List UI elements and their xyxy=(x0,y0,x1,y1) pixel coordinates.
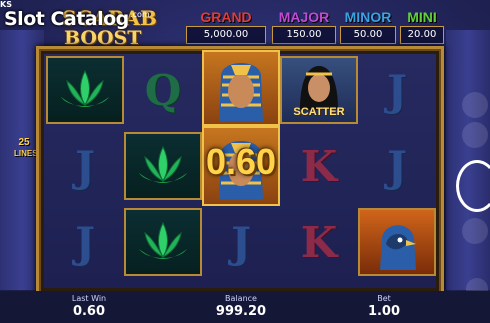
jackpot-grand-value: 5,000.00 xyxy=(186,26,266,44)
scatter-symbol: SCATTER xyxy=(280,56,358,124)
last-win-label: Last Win xyxy=(71,294,107,303)
letter-j-text: J xyxy=(75,141,95,191)
jackpot-grand-label: GRAND xyxy=(200,9,252,25)
falcon-icon xyxy=(380,225,416,270)
jackpot-minor-value: 50.00 xyxy=(340,26,396,44)
autoplay-button[interactable] xyxy=(462,122,488,148)
letter-j-text: J xyxy=(387,141,407,191)
spin-button[interactable] xyxy=(456,160,490,212)
jackpot-mini: MINI 20.00 xyxy=(400,9,444,44)
lotus-symbol xyxy=(46,56,124,124)
win-amount: 0.60 xyxy=(205,141,277,182)
jackpot-major-value: 150.00 xyxy=(272,26,336,44)
last-win-value: 0.60 xyxy=(72,304,106,319)
paylines-indicator: 25 LINES xyxy=(14,137,38,159)
letter-j-symbol: J xyxy=(46,132,124,200)
letter-k-symbol: K xyxy=(280,208,358,276)
jackpot-major-label: MAJOR xyxy=(278,9,330,25)
menu-button[interactable] xyxy=(462,92,488,118)
pharaoh-icon xyxy=(219,63,263,121)
letter-k-text: K xyxy=(300,141,338,191)
pharaoh-symbol xyxy=(202,50,280,126)
jackpot-mini-label: MINI xyxy=(407,9,437,25)
bet-value: 1.00 xyxy=(367,304,401,319)
balance-value: 999.20 xyxy=(215,304,267,319)
letter-j-symbol: J xyxy=(358,132,436,200)
footer-bar: Last Win 0.60 Balance 999.20 Bet 1.00 xyxy=(0,291,490,323)
jackpot-mini-value: 20.00 xyxy=(400,26,444,44)
logo-domain: .com xyxy=(130,10,150,19)
jackpot-major: MAJOR 150.00 xyxy=(272,9,336,44)
watermark: Slot Catalog xyxy=(4,8,129,30)
stack-button[interactable] xyxy=(462,218,488,244)
letter-j-symbol: J xyxy=(46,208,124,276)
letter-q-text: Q xyxy=(144,65,182,115)
letter-j-text: J xyxy=(75,217,95,267)
paylines-label: LINES xyxy=(14,149,38,158)
letter-j-text: J xyxy=(231,217,251,267)
scatter-label: SCATTER xyxy=(293,106,345,118)
horus-symbol xyxy=(358,208,436,276)
bet-label: Bet xyxy=(377,294,391,303)
jackpot-minor: MINOR 50.00 xyxy=(340,9,396,44)
letter-j-symbol: J xyxy=(202,208,280,276)
letter-j-text: J xyxy=(387,65,407,115)
lotus-icon xyxy=(61,69,109,107)
paylines-count: 25 xyxy=(18,137,30,148)
letter-k-text: K xyxy=(300,217,338,267)
jackpot-grand: GRAND 5,000.00 xyxy=(186,9,266,44)
right-pillar xyxy=(446,30,490,290)
cleopatra-icon xyxy=(300,66,338,110)
balance-label: Balance xyxy=(225,294,257,303)
lotus-icon xyxy=(139,221,187,259)
letter-q-symbol: Q xyxy=(124,56,202,124)
lotus-symbol xyxy=(124,208,202,276)
jackpot-minor-label: MINOR xyxy=(344,9,392,25)
letter-j-symbol: J xyxy=(358,56,436,124)
